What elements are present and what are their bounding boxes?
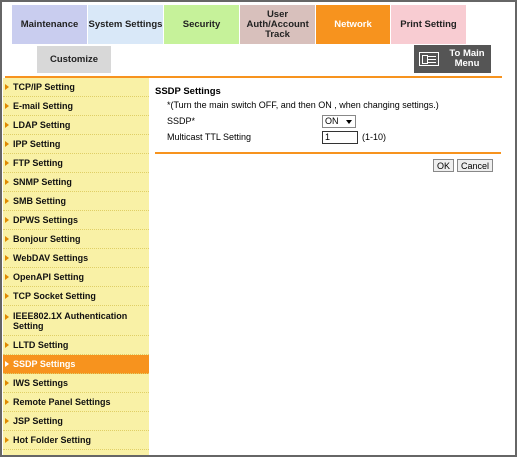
sidebar-item-dpws[interactable]: DPWS Settings [3,211,149,230]
customize-button[interactable]: Customize [37,46,111,73]
main-menu-icon [419,52,439,66]
sidebar-item-label: TCP/IP Setting [13,82,75,92]
tab-label: System Settings [88,18,163,30]
main-content: SSDP Settings *(Turn the main switch OFF… [155,78,501,145]
sidebar-item-email[interactable]: E-mail Setting [3,97,149,116]
sidebar-item-label: WebDAV Settings [13,253,89,263]
tab-label: Security [182,18,221,30]
sidebar-item-remote-panel[interactable]: Remote Panel Settings [3,393,149,412]
content-divider [155,152,501,154]
ssdp-select[interactable]: ON [322,114,356,128]
ttl-label: Multicast TTL Setting [167,132,252,142]
sidebar-item-label: IPP Setting [13,139,61,149]
arrow-icon [5,293,9,299]
sidebar-item-tcpip[interactable]: TCP/IP Setting [3,78,149,97]
ttl-row: Multicast TTL Setting 1 (1-10) [167,129,501,145]
sidebar-item-label: TCP Socket Setting [13,291,96,301]
chevron-down-icon [346,119,352,124]
sidebar-item-ipp[interactable]: IPP Setting [3,135,149,154]
main-menu-label: To Main Menu [449,48,485,69]
restart-note: *(Turn the main switch OFF, and then ON … [167,100,439,110]
sidebar-item-label: IEEE802.1X Authentication Setting [13,310,128,331]
sidebar-item-label: DPWS Settings [13,215,79,225]
cancel-button[interactable]: Cancel [456,159,493,172]
sidebar-item-label: SNMP Setting [13,177,72,187]
arrow-icon [5,217,9,223]
tab-label: Maintenance [20,18,79,30]
arrow-icon [5,361,9,367]
sidebar-item-ssdp[interactable]: SSDP Settings [3,355,149,374]
arrow-icon [5,399,9,405]
sidebar-item-label: OpenAPI Setting [13,272,85,282]
tab-print-setting[interactable]: Print Setting [391,5,466,44]
sidebar-item-ldap[interactable]: LDAP Setting [3,116,149,135]
arrow-icon [5,198,9,204]
sidebar-item-label: SMB Setting [13,196,66,206]
sidebar-item-label: Hot Folder Setting [13,435,91,445]
tab-network[interactable]: Network [316,5,390,44]
page-title: SSDP Settings [155,86,221,97]
ssdp-select-value: ON [325,116,339,126]
tab-label: Print Setting [400,18,457,30]
arrow-icon [5,274,9,280]
ssdp-row: SSDP* ON [167,113,501,129]
arrow-icon [5,255,9,261]
ok-button[interactable]: OK [432,159,454,172]
sidebar-item-ieee8021x[interactable]: IEEE802.1X Authentication Setting [3,306,149,336]
arrow-icon [5,179,9,185]
tab-label: User Auth/Account Track [246,8,309,40]
arrow-icon [5,314,9,320]
form-buttons: OK Cancel [432,159,493,172]
sidebar-item-tcp-socket[interactable]: TCP Socket Setting [3,287,149,306]
arrow-icon [5,160,9,166]
sidebar-item-label: LLTD Setting [13,340,69,350]
sidebar-item-label: JSP Setting [13,416,63,426]
sidebar-item-label: Bonjour Setting [13,234,81,244]
sidebar-item-lltd[interactable]: LLTD Setting [3,336,149,355]
arrow-icon [5,103,9,109]
ttl-input[interactable]: 1 [322,130,358,144]
tab-user-auth[interactable]: User Auth/Account Track [240,5,315,44]
tab-system-settings[interactable]: System Settings [88,5,163,44]
sidebar-item-smb[interactable]: SMB Setting [3,192,149,211]
arrow-icon [5,380,9,386]
sidebar-item-webdav[interactable]: WebDAV Settings [3,249,149,268]
sidebar: TCP/IP Setting E-mail Setting LDAP Setti… [3,78,149,455]
arrow-icon [5,141,9,147]
sidebar-item-label: IWS Settings [13,378,69,388]
arrow-icon [5,418,9,424]
customize-label: Customize [49,54,99,65]
arrow-icon [5,236,9,242]
to-main-menu-button[interactable]: To Main Menu [414,45,491,73]
sidebar-item-iws[interactable]: IWS Settings [3,374,149,393]
ssdp-label: SSDP* [167,116,196,126]
arrow-icon [5,437,9,443]
sidebar-item-label: Remote Panel Settings [13,397,111,407]
sidebar-item-ftp[interactable]: FTP Setting [3,154,149,173]
sidebar-item-jsp[interactable]: JSP Setting [3,412,149,431]
tab-security[interactable]: Security [164,5,239,44]
tab-label: Network [334,18,372,30]
ttl-range: (1-10) [362,132,387,142]
arrow-icon [5,84,9,90]
sidebar-item-openapi[interactable]: OpenAPI Setting [3,268,149,287]
sidebar-item-snmp[interactable]: SNMP Setting [3,173,149,192]
sidebar-item-label: FTP Setting [13,158,63,168]
tab-maintenance[interactable]: Maintenance [12,5,87,44]
sidebar-item-label: LDAP Setting [13,120,71,130]
sidebar-item-hot-folder[interactable]: Hot Folder Setting [3,431,149,450]
arrow-icon [5,342,9,348]
sidebar-item-bonjour[interactable]: Bonjour Setting [3,230,149,249]
sidebar-item-label: E-mail Setting [13,101,74,111]
sidebar-item-label: SSDP Settings [13,359,76,369]
arrow-icon [5,122,9,128]
